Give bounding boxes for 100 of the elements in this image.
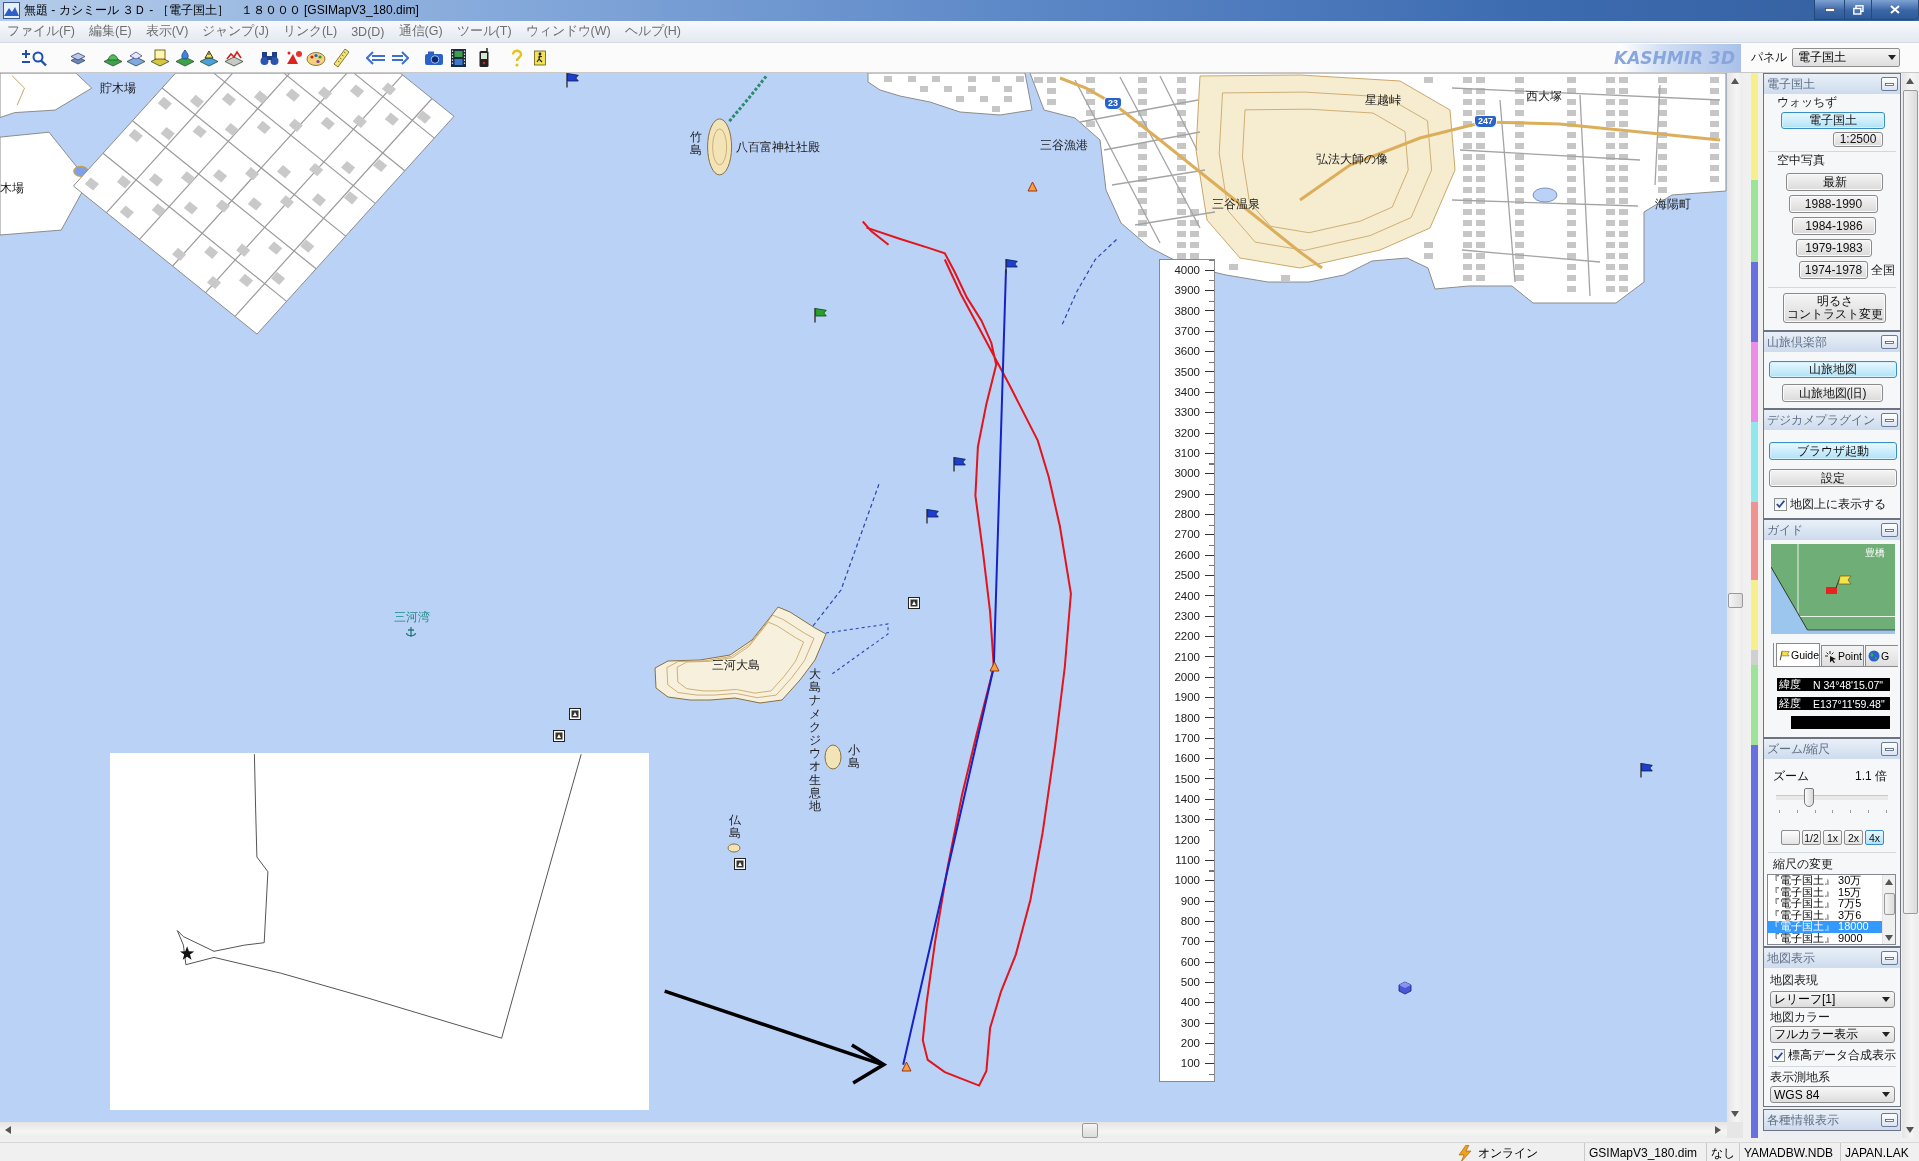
collapse-button[interactable] <box>1881 742 1898 756</box>
readout-label: 緯度 <box>1779 677 1802 692</box>
map-sheet-icon[interactable] <box>150 47 170 68</box>
caret-icon <box>1882 1032 1890 1037</box>
panel-button[interactable]: 山旅地図 <box>1769 361 1897 378</box>
place-label: 西大塚 <box>1526 90 1562 104</box>
scrollbar-thumb[interactable] <box>1883 893 1895 915</box>
scroll-down-icon[interactable] <box>1906 1127 1914 1133</box>
menu-item[interactable]: ファイル(F) <box>0 23 82 40</box>
globe-icon <box>1868 650 1880 662</box>
place-label: 豊橋 <box>1865 546 1885 560</box>
panel-button[interactable]: 1974-1978 <box>1799 261 1868 279</box>
collapse-button[interactable] <box>1881 77 1898 91</box>
scroll-up-icon[interactable] <box>1906 78 1914 84</box>
list-option[interactable]: 『電子国土』 30万 <box>1768 875 1882 887</box>
tab[interactable]: Guide <box>1776 643 1820 666</box>
tab[interactable]: Point <box>1821 645 1864 666</box>
dropdown[interactable]: フルカラー表示 <box>1770 1026 1895 1043</box>
panel-button[interactable]: 明るさ コントラスト変更 <box>1783 293 1886 323</box>
list-option[interactable]: 『電子国土』 7万5 <box>1768 898 1882 910</box>
scroll-right-icon[interactable] <box>1715 1126 1721 1134</box>
zoom-icon[interactable] <box>20 47 48 68</box>
restore-button[interactable] <box>1844 0 1872 20</box>
close-button[interactable] <box>1871 0 1919 20</box>
scrollbar[interactable] <box>1882 875 1895 944</box>
place-label: 八百富神社社殿 <box>736 141 820 155</box>
vertical-scrollbar[interactable] <box>1727 73 1743 1122</box>
panel-scrollbar[interactable] <box>1902 73 1918 1138</box>
menu-item[interactable]: ウィンドウ(W) <box>518 23 618 40</box>
flag-icon <box>1779 648 1790 662</box>
panel-button[interactable]: 1988-1990 <box>1789 195 1878 213</box>
flag-icon <box>952 456 967 473</box>
zoom-button[interactable]: 1x <box>1823 830 1842 845</box>
map-sheet-icon[interactable] <box>175 47 195 68</box>
scroll-down-icon[interactable] <box>1885 935 1893 941</box>
ruler-label: 3600 <box>1174 344 1201 360</box>
film-strip-icon[interactable] <box>450 47 467 68</box>
zoom-button[interactable]: 2x <box>1844 830 1863 845</box>
checkbox[interactable] <box>1774 497 1787 511</box>
list-option[interactable]: 『電子国土』 15万 <box>1768 886 1882 898</box>
collapse-button[interactable] <box>1881 413 1898 427</box>
zoom-button[interactable] <box>1781 830 1800 845</box>
place-label: 小島 <box>848 744 860 771</box>
scroll-up-icon[interactable] <box>1731 78 1739 84</box>
running-person-icon[interactable] <box>534 47 546 68</box>
collapse-button[interactable] <box>1881 523 1898 537</box>
panel-button[interactable]: ブラウザ起動 <box>1769 442 1897 460</box>
panel-button[interactable]: 最新 <box>1786 173 1883 191</box>
slider-thumb[interactable] <box>1803 788 1814 807</box>
field-label: 空中写真 <box>1777 154 1825 167</box>
menu-item[interactable]: 表示(V) <box>138 23 196 40</box>
panel-button[interactable]: 山旅地図(旧) <box>1782 384 1883 402</box>
ruler-label: 3700 <box>1174 324 1201 340</box>
caret-icon <box>1882 1092 1890 1097</box>
zoom-button[interactable]: 1/2 <box>1802 830 1821 845</box>
panel-select[interactable]: 電子国土 <box>1792 48 1900 67</box>
window-title: 無題 - カシミール ３Ｄ - ［電子国土］ １８０００ [GSIMapV3_180.dim] <box>24 2 419 19</box>
menu-item[interactable]: 3D(D) <box>344 24 392 39</box>
route-shield: 23 <box>1104 97 1122 110</box>
scrollbar-thumb[interactable] <box>1902 90 1918 914</box>
ruler-icon[interactable] <box>333 47 350 68</box>
scroll-left-icon[interactable] <box>5 1126 11 1134</box>
panel-button[interactable]: 電子国土 <box>1781 112 1885 129</box>
checkbox[interactable] <box>1772 1049 1785 1062</box>
collapse-button[interactable] <box>1881 335 1898 349</box>
horizontal-scrollbar[interactable] <box>0 1122 1727 1138</box>
dropdown[interactable]: レリーフ[1] <box>1770 991 1895 1008</box>
island <box>707 118 733 176</box>
dropdown[interactable]: WGS 84 <box>1770 1086 1895 1103</box>
panel-button[interactable]: 1:2500 <box>1833 132 1883 147</box>
ruler-label: 2500 <box>1174 568 1201 584</box>
list-option[interactable]: 『電子国土』 3万6 <box>1768 909 1882 921</box>
collapse-button[interactable] <box>1881 1113 1898 1127</box>
zoom-button[interactable]: 4x <box>1865 830 1884 845</box>
scroll-up-icon[interactable] <box>1885 879 1893 885</box>
menu-item[interactable]: リンク(L) <box>275 23 345 40</box>
panel-button[interactable]: 1979-1983 <box>1796 239 1872 257</box>
ruler-label: 2200 <box>1174 629 1201 645</box>
status-cell: なし <box>1706 1143 1739 1161</box>
minimize-button[interactable] <box>1814 0 1845 20</box>
scroll-down-icon[interactable] <box>1731 1111 1739 1117</box>
ruler-label: 1200 <box>1174 832 1201 848</box>
checkbox-label: 地図上に表示する <box>1790 495 1886 513</box>
ruler-label: 400 <box>1180 995 1201 1011</box>
menu-item[interactable]: ジャンプ(J) <box>195 23 276 40</box>
menu-item[interactable]: ヘルプ(H) <box>617 23 689 40</box>
menu-item[interactable]: ツール(T) <box>449 23 519 40</box>
minimize-icon <box>1824 7 1835 12</box>
scale-list[interactable]: 『電子国土』 30万 『電子国土』 15万 『電子国土』 7万5 『電子国土』 3万6 『電子国土』 18000 『電子国土』 9000 <box>1767 874 1896 945</box>
tab[interactable]: G <box>1865 645 1898 666</box>
collapse-button[interactable] <box>1881 951 1898 965</box>
panel-button[interactable]: 設定 <box>1769 469 1897 487</box>
panel-label: パネル <box>1751 49 1787 66</box>
panel-button[interactable]: 1984-1986 <box>1792 217 1876 235</box>
menu-item[interactable]: 通信(G) <box>391 23 450 40</box>
handheld-device-icon[interactable] <box>478 47 490 68</box>
menu-item[interactable]: 編集(E) <box>81 23 139 40</box>
scrollbar-thumb[interactable] <box>1082 1122 1098 1138</box>
list-option[interactable]: 『電子国土』 9000 <box>1768 932 1882 944</box>
scrollbar-thumb[interactable] <box>1727 593 1743 608</box>
